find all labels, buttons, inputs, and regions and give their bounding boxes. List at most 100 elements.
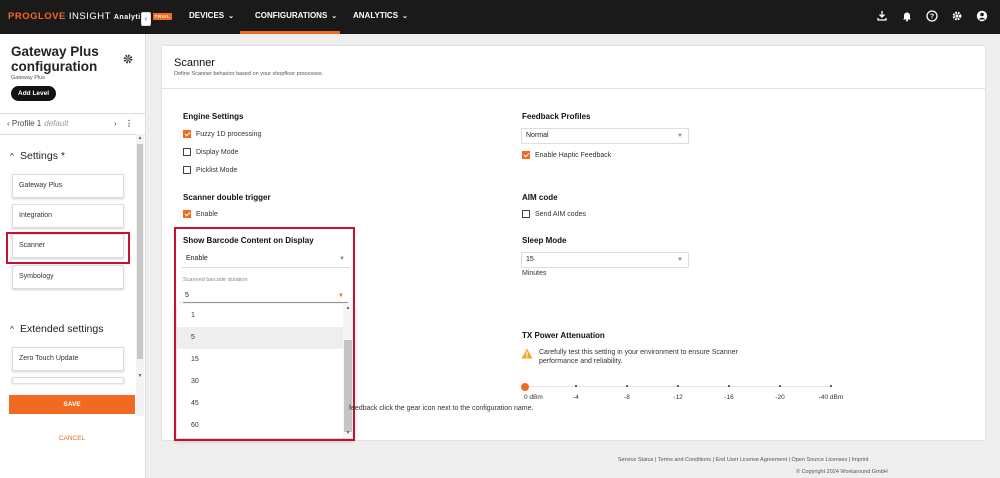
tx-power-tick[interactable] <box>626 385 628 387</box>
nav-configurations[interactable]: CONFIGURATIONS ⌄ <box>255 11 337 20</box>
scroll-down-icon[interactable]: ▼ <box>137 373 143 379</box>
bell-icon[interactable] <box>901 10 913 22</box>
aim-code-title: AIM code <box>522 193 558 202</box>
picklist-mode-label: Picklist Mode <box>196 167 238 174</box>
cancel-button[interactable]: CANCEL <box>9 432 135 446</box>
footer-copyright: © Copyright 2024 Workaround GmbH <box>796 469 888 475</box>
chevron-down-icon: ⌄ <box>331 13 338 20</box>
nav-devices-label: DEVICES <box>189 11 225 20</box>
nav-devices[interactable]: DEVICES ⌄ <box>189 11 234 20</box>
sleep-mode-unit: Minutes <box>522 270 547 277</box>
chevron-down-icon: ▼ <box>677 257 683 263</box>
tx-power-tick[interactable] <box>830 385 832 387</box>
haptic-feedback-option[interactable]: Enable Haptic Feedback <box>522 151 611 160</box>
aim-code-label: Send AIM codes <box>535 211 586 218</box>
footer-links[interactable]: Service Status | Terms and Conditions | … <box>618 457 869 463</box>
haptic-feedback-checkbox[interactable] <box>522 151 530 159</box>
feedback-profile-value: Normal <box>526 132 549 139</box>
display-mode-option[interactable]: Display Mode <box>183 148 238 157</box>
tx-power-tick[interactable] <box>575 385 577 387</box>
display-mode-checkbox[interactable] <box>183 148 191 156</box>
sidebar-item-zero-touch-update[interactable]: Zero Touch Update <box>12 347 124 371</box>
extended-settings-header[interactable]: ^ Extended settings <box>10 323 103 335</box>
fuzzy-1d-label: Fuzzy 1D processing <box>196 131 262 138</box>
active-nav-indicator <box>240 31 340 34</box>
brand-proglove: PROGLOVE <box>8 11 66 22</box>
sidebar-item-symbology[interactable]: Symbology <box>12 265 124 289</box>
tx-power-slider-handle[interactable] <box>521 383 529 391</box>
chevron-down-icon: ▼ <box>677 133 683 139</box>
double-trigger-label: Enable <box>196 211 218 218</box>
chevron-up-icon: ^ <box>10 325 14 334</box>
download-icon[interactable] <box>876 10 888 22</box>
aim-code-checkbox[interactable] <box>522 210 530 218</box>
tx-power-title: TX Power Attenuation <box>522 331 605 340</box>
collapse-sidebar-icon[interactable]: ‹ <box>141 12 151 26</box>
sidebar-item-partial[interactable] <box>12 377 124 383</box>
barcode-display-highlight-box <box>174 227 355 441</box>
double-trigger-checkbox[interactable] <box>183 210 191 218</box>
account-icon[interactable] <box>976 10 988 22</box>
tx-power-tick-label: 0 dBm <box>524 394 543 401</box>
configuration-title: Gateway Plus configuration <box>11 44 99 74</box>
help-icon[interactable]: ? <box>926 10 938 22</box>
double-trigger-title: Scanner double trigger <box>183 193 271 202</box>
tx-power-tick[interactable] <box>677 385 679 387</box>
tx-power-tick-label: -20 <box>775 394 785 401</box>
warning-icon <box>521 348 533 359</box>
picklist-mode-option[interactable]: Picklist Mode <box>183 166 237 175</box>
settings-section-header[interactable]: ^ Settings * <box>10 150 65 162</box>
sidebar-item-integration[interactable]: Integration <box>12 204 124 228</box>
chevron-down-icon: ⌄ <box>402 13 408 20</box>
nav-analytics[interactable]: ANALYTICS ⌄ <box>353 11 408 20</box>
chevron-left-icon[interactable]: ‹ <box>7 119 10 128</box>
nav-analytics-label: ANALYTICS <box>353 11 399 20</box>
add-level-button[interactable]: Add Level <box>11 86 57 101</box>
save-button[interactable]: SAVE <box>9 395 135 414</box>
svg-text:?: ? <box>930 14 934 21</box>
divider <box>162 88 985 89</box>
tx-power-tick-label: -8 <box>624 394 630 401</box>
trial-badge: TRIAL <box>152 12 173 20</box>
fuzzy-1d-checkbox[interactable] <box>183 130 191 138</box>
profile-default-tag: default <box>44 119 69 128</box>
engine-settings-title: Engine Settings <box>183 112 244 121</box>
profile-selector[interactable]: ‹ Profile 1 default › ⋮ <box>7 119 133 131</box>
sidebar-item-gateway-plus[interactable]: Gateway Plus <box>12 174 124 198</box>
tx-power-tick-label: -12 <box>673 394 683 401</box>
divider <box>0 113 146 114</box>
double-trigger-option[interactable]: Enable <box>183 210 218 219</box>
page-title: Scanner <box>174 57 215 69</box>
scroll-up-icon[interactable]: ▲ <box>137 135 143 141</box>
profile-label: Profile 1 <box>11 119 42 128</box>
haptic-feedback-label: Enable Haptic Feedback <box>535 152 612 159</box>
sleep-mode-title: Sleep Mode <box>522 236 567 245</box>
aim-code-option[interactable]: Send AIM codes <box>522 210 586 219</box>
sidebar-scrollbar-thumb[interactable] <box>137 144 143 359</box>
gear-icon[interactable] <box>122 53 134 65</box>
scanner-highlight-box <box>6 232 130 264</box>
tx-power-tick-label: -4 <box>573 394 579 401</box>
feedback-profiles-title: Feedback Profiles <box>522 112 591 121</box>
divider <box>0 134 146 135</box>
chevron-up-icon: ^ <box>10 152 14 161</box>
tx-power-warning: Carefully test this setting in your envi… <box>539 349 738 365</box>
chevron-right-icon[interactable]: › <box>114 119 117 128</box>
extended-header-label: Extended settings <box>20 323 104 335</box>
settings-header-label: Settings * <box>20 150 65 162</box>
more-vert-icon[interactable]: ⋮ <box>125 119 133 128</box>
nav-configurations-label: CONFIGURATIONS <box>255 11 328 20</box>
sleep-mode-value: 15 <box>526 256 534 263</box>
picklist-mode-checkbox[interactable] <box>183 166 191 174</box>
fuzzy-1d-option[interactable]: Fuzzy 1D processing <box>183 130 261 139</box>
chevron-down-icon: ⌄ <box>228 13 234 20</box>
tx-power-tick[interactable] <box>728 385 730 387</box>
display-mode-label: Display Mode <box>196 149 239 156</box>
feedback-profile-select[interactable]: Normal ▼ <box>521 128 689 144</box>
page-description: Define Scanner behavior based on your sh… <box>174 71 324 77</box>
brand-insight: INSIGHT <box>68 11 111 22</box>
gear-icon[interactable] <box>951 10 963 22</box>
tx-power-tick-label: -16 <box>724 394 734 401</box>
tx-power-tick[interactable] <box>779 385 781 387</box>
sleep-mode-select[interactable]: 15 ▼ <box>521 252 689 268</box>
